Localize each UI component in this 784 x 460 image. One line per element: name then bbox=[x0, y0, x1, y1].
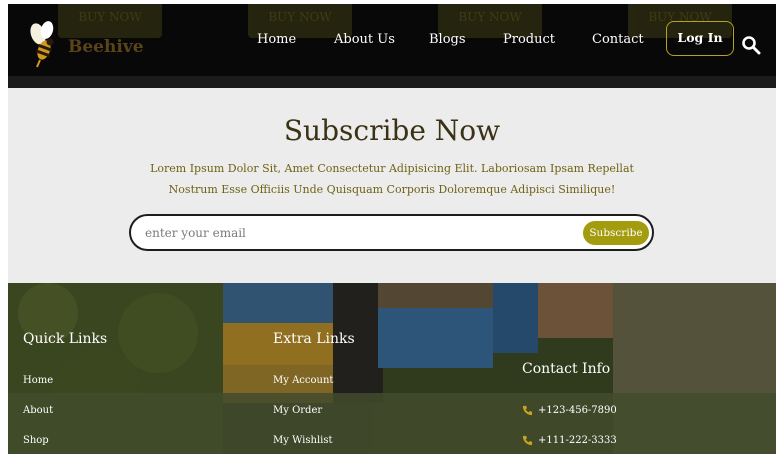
subscribe-button[interactable]: Subscribe bbox=[583, 221, 649, 245]
nav-link-home[interactable]: Home bbox=[257, 32, 296, 47]
footer-link-shop[interactable]: Shop bbox=[23, 435, 49, 446]
nav-link-about-us[interactable]: About Us bbox=[334, 32, 395, 47]
beehive-meadow-background bbox=[8, 283, 776, 454]
site-header: BUY NOW BUY NOW BUY NOW BUY NOW Beehive … bbox=[8, 4, 776, 76]
nav-link-product[interactable]: Product bbox=[503, 32, 555, 47]
bee-icon bbox=[30, 21, 54, 68]
search-icon[interactable] bbox=[741, 35, 761, 55]
login-button[interactable]: Log In bbox=[666, 21, 734, 56]
email-input[interactable] bbox=[145, 224, 545, 242]
quick-links-column: Quick Links Home About Shop bbox=[23, 331, 108, 446]
header-shadow-strip bbox=[8, 76, 776, 88]
footer-link-home[interactable]: Home bbox=[23, 375, 53, 386]
contact-info-title: Contact Info bbox=[522, 361, 611, 377]
footer-link-my-account[interactable]: My Account bbox=[273, 375, 333, 386]
phone-number: +123-456-7890 bbox=[538, 405, 617, 416]
nav-link-contact[interactable]: Contact bbox=[592, 32, 644, 47]
nav-link-blogs[interactable]: Blogs bbox=[429, 32, 466, 47]
contact-info-column: Contact Info +123-456-7890 +111-222-3333 bbox=[522, 361, 617, 446]
extra-links-title: Extra Links bbox=[273, 331, 355, 347]
footer-link-my-order[interactable]: My Order bbox=[273, 405, 322, 416]
phone-icon bbox=[522, 405, 533, 416]
subscribe-form: Subscribe bbox=[129, 214, 654, 251]
quick-links-title: Quick Links bbox=[23, 331, 108, 347]
site-footer: Quick Links Home About Shop Extra Links … bbox=[8, 283, 776, 454]
subscribe-section: Subscribe Now Lorem Ipsum Dolor Sit, Ame… bbox=[8, 88, 776, 283]
contact-phone-row[interactable]: +111-222-3333 bbox=[522, 435, 617, 446]
subscribe-title: Subscribe Now bbox=[283, 114, 501, 147]
contact-phone-row[interactable]: +123-456-7890 bbox=[522, 405, 617, 416]
phone-number: +111-222-3333 bbox=[538, 435, 617, 446]
subscribe-description: Lorem Ipsum Dolor Sit, Amet Consectetur … bbox=[150, 162, 634, 196]
footer-link-my-wishlist[interactable]: My Wishlist bbox=[273, 435, 333, 446]
brand-logo[interactable]: Beehive bbox=[28, 20, 144, 70]
extra-links-column: Extra Links My Account My Order My Wishl… bbox=[273, 331, 355, 446]
phone-icon bbox=[522, 435, 533, 446]
footer-link-about[interactable]: About bbox=[23, 405, 53, 416]
brand-name: Beehive bbox=[68, 37, 144, 57]
